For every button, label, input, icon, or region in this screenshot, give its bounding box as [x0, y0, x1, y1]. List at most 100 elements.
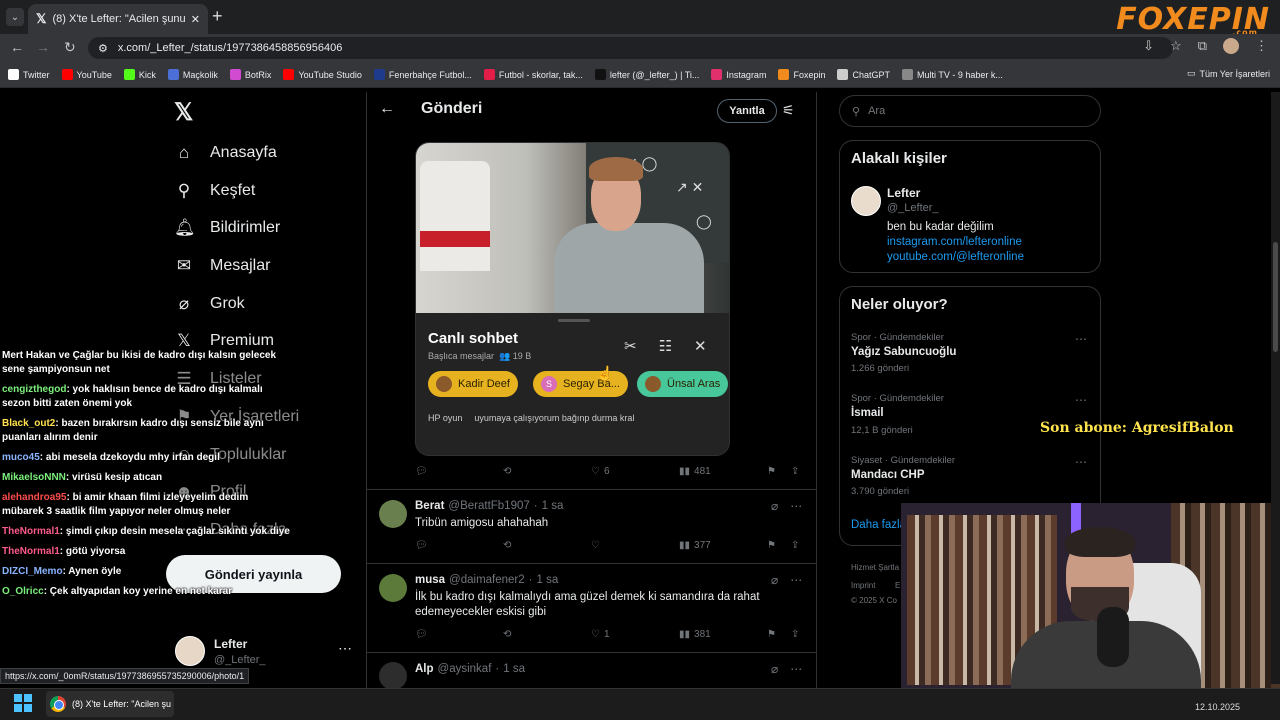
bookmark-item[interactable]: ChatGPT [837, 69, 890, 80]
share-icon[interactable]: ⇪ [791, 629, 799, 640]
bookmark-icon[interactable]: ⚑ [767, 540, 791, 551]
close-tab-icon[interactable]: ✕ [191, 13, 200, 26]
address-bar[interactable]: ⚙ x.com/_Lefter_/status/1977386458856956… [88, 37, 1173, 59]
repost-icon[interactable]: ⟲ [503, 466, 591, 477]
bookmark-item[interactable]: Kick [123, 69, 156, 80]
reply-icon[interactable]: 💬︎ [415, 629, 503, 640]
trend-name[interactable]: Mandacı CHP [851, 469, 925, 481]
windows-start-icon[interactable] [14, 694, 32, 712]
tab-search-button[interactable]: ⌄ [6, 8, 24, 26]
nav-explore[interactable]: ⚲ Keşfet [174, 181, 256, 201]
views-icon[interactable]: ▮▮ 381 [679, 629, 767, 640]
chat-chip[interactable]: Ünsal Aras [637, 371, 729, 397]
trend-more-icon[interactable]: ⋯ [1075, 455, 1087, 469]
more-icon[interactable]: ⋯ [790, 573, 802, 587]
all-bookmarks[interactable]: ▭ Tüm Yer İşaretleri [1187, 68, 1270, 79]
page-scrollbar[interactable] [1271, 92, 1280, 684]
footer-link[interactable]: E [895, 581, 900, 590]
trend-name[interactable]: İsmail [851, 407, 884, 419]
account-more-icon[interactable]: ⋯ [338, 640, 352, 657]
bookmark-item[interactable]: Maçkolik [167, 69, 218, 80]
reply-avatar[interactable] [379, 574, 407, 602]
back-icon[interactable]: ← [10, 39, 24, 55]
reply-button[interactable]: Yanıtla [717, 99, 777, 123]
search-input[interactable]: ⚲ Ara [839, 95, 1101, 127]
more-icon[interactable]: ⋯ [790, 499, 802, 513]
browser-tab-active[interactable]: 𝕏 (8) X'te Lefter: "Acilen şunun da ✕ [28, 4, 208, 34]
nav-premium[interactable]: 𝕏 Premium [174, 331, 274, 351]
bookmark-item[interactable]: Foxepin [778, 69, 825, 80]
reply-avatar[interactable] [379, 500, 407, 528]
person-name[interactable]: Lefter [887, 186, 920, 200]
grok-icon[interactable]: ⌀ [771, 499, 778, 513]
tab-title: (8) X'te Lefter: "Acilen şunun da [52, 13, 185, 25]
profile-avatar[interactable] [1223, 38, 1239, 54]
reply-icon[interactable]: 💬︎ [415, 466, 503, 477]
taskbar-chrome-app[interactable]: (8) X'te Lefter: "Acilen şu [46, 691, 174, 717]
views-icon[interactable]: ▮▮ 377 [679, 540, 767, 551]
trend-name[interactable]: Yağız Sabuncuoğlu [851, 346, 956, 358]
x-logo[interactable]: 𝕏 [174, 98, 193, 127]
relevant-people-title: Alakalı kişiler [851, 150, 947, 167]
bookmark-item[interactable]: BotRix [229, 69, 271, 80]
tune-icon[interactable]: ☷ [659, 337, 672, 355]
bookmark-item[interactable]: Fenerbahçe Futbol... [373, 69, 472, 80]
grok-icon[interactable]: ⌀ [771, 573, 778, 587]
footer-link[interactable]: Imprint [851, 581, 875, 590]
bookmark-item[interactable]: YouTube [61, 69, 112, 80]
bookmark-item[interactable]: Futbol - skorlar, tak... [483, 69, 583, 80]
like-icon[interactable]: ♡ 1 [591, 629, 679, 640]
share-icon[interactable]: ⇪ [791, 466, 799, 477]
panel-grabber[interactable] [558, 319, 590, 322]
bookmark-icon[interactable]: ⚑ [767, 466, 791, 477]
grok-icon[interactable]: ⌀ [771, 662, 778, 676]
nav-grok[interactable]: ⌀ Grok [174, 294, 245, 314]
mouse-cursor-icon: ☝ [596, 365, 614, 381]
reply-tools: ⌀ ⋯ [771, 499, 802, 513]
post-media[interactable]: ✕ ◯ ↗ ✕ ◯ Canlı sohbet Başlıca mesajlar 👥 … [415, 142, 730, 456]
footer-link[interactable]: Hizmet Şartla [851, 563, 899, 572]
instagram-link[interactable]: instagram.com/lefteronline [887, 235, 1024, 250]
more-icon[interactable]: ⋯ [790, 662, 802, 676]
account-avatar[interactable] [175, 636, 205, 666]
reload-icon[interactable]: ↻ [64, 39, 76, 56]
like-icon[interactable]: ♡ [591, 540, 679, 551]
bookmark-item[interactable]: Twitter [8, 69, 50, 80]
trend-more-icon[interactable]: ⋯ [1075, 332, 1087, 346]
live-chat-message: HP oyun uyumaya çalışıyorum bağınp durma … [428, 413, 635, 423]
bookmark-item[interactable]: Instagram [711, 69, 766, 80]
person-avatar[interactable] [851, 186, 881, 216]
bookmark-item[interactable]: YouTube Studio [283, 69, 362, 80]
bookmark-item[interactable]: Multi TV - 9 haber k... [902, 69, 1003, 80]
extensions-icon[interactable]: ⧉ [1198, 38, 1207, 54]
reply-avatar[interactable] [379, 662, 407, 690]
bookmark-icon[interactable]: ⚑ [767, 629, 791, 640]
share-icon[interactable]: ⇪ [791, 540, 799, 551]
repost-icon[interactable]: ⟲ [503, 540, 591, 551]
show-more-link[interactable]: Daha fazla [851, 519, 906, 531]
scrollbar-thumb[interactable] [1273, 242, 1278, 352]
new-tab-button[interactable]: + [212, 6, 223, 27]
bookmark-star-icon[interactable]: ☆ [1170, 38, 1182, 54]
nav-messages[interactable]: ✉ Mesajlar [174, 256, 271, 276]
bookmark-item[interactable]: lefter (@_lefter_) | Ti... [594, 69, 699, 80]
nav-notifications[interactable]: 🔔︎ Bildirimler [174, 218, 280, 238]
menu-icon[interactable]: ⋮ [1255, 38, 1268, 54]
close-icon[interactable]: ✕ [694, 337, 707, 355]
chat-chip[interactable]: S Segay Ba... [533, 371, 628, 397]
live-chat-subtitle: Başlıca mesajlar 👥 19 B [428, 351, 532, 361]
site-info-icon[interactable]: ⚙ [98, 42, 108, 55]
trend-more-icon[interactable]: ⋯ [1075, 393, 1087, 407]
nav-home[interactable]: ⌂ Anasayfa [174, 143, 277, 163]
back-arrow-icon[interactable]: ← [379, 100, 395, 118]
views-icon[interactable]: ▮▮ 481 [679, 466, 767, 477]
chat-chip[interactable]: Kadir Deef [428, 371, 518, 397]
sliders-icon[interactable]: ⚟ [782, 102, 795, 119]
forward-icon[interactable]: → [36, 39, 50, 55]
reply-icon[interactable]: 💬︎ [415, 540, 503, 551]
youtube-link[interactable]: youtube.com/@lefteronline [887, 250, 1024, 265]
install-icon[interactable]: ⇩ [1143, 38, 1154, 54]
like-icon[interactable]: ♡ 6 [591, 466, 679, 477]
repost-icon[interactable]: ⟲ [503, 629, 591, 640]
scissors-icon[interactable]: ✂ [624, 337, 637, 355]
